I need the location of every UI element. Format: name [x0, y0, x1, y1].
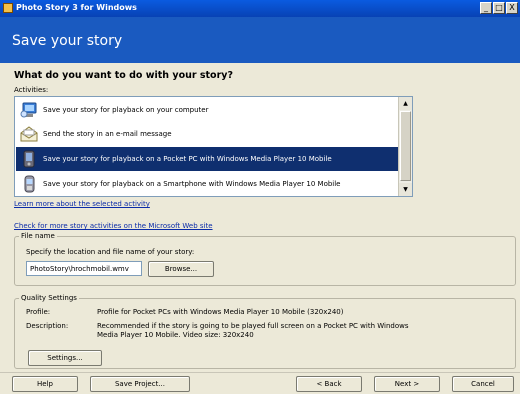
list-item-label: Save your story for playback on a Smartp…: [43, 180, 341, 188]
email-icon: [20, 126, 38, 142]
file-name-legend: File name: [19, 232, 57, 240]
list-item-pocket-pc[interactable]: Save your story for playback on a Pocket…: [16, 147, 398, 171]
list-item-label: Save your story for playback on your com…: [43, 106, 209, 114]
scroll-up-arrow-icon[interactable]: ▲: [399, 97, 412, 110]
settings-button[interactable]: Settings...: [28, 350, 102, 366]
scroll-thumb[interactable]: [400, 111, 411, 181]
back-button[interactable]: < Back: [296, 376, 362, 392]
list-item-label: Send the story in an e-mail message: [43, 130, 172, 138]
activities-label: Activities:: [14, 86, 49, 94]
description-label: Description:: [26, 322, 69, 330]
page-title: Save your story: [12, 33, 123, 49]
wizard-button-bar: [0, 372, 520, 394]
minimize-button[interactable]: _: [480, 2, 492, 14]
smartphone-icon: [24, 175, 35, 193]
quality-settings-legend: Quality Settings: [19, 294, 79, 302]
save-project-button[interactable]: Save Project...: [90, 376, 190, 392]
photo-story-app-icon: [3, 3, 13, 13]
list-item-smartphone[interactable]: Save your story for playback on a Smartp…: [16, 172, 398, 196]
profile-label: Profile:: [26, 308, 51, 316]
check-more-activities-link[interactable]: Check for more story activities on the M…: [14, 222, 213, 230]
list-item-save-computer[interactable]: Save your story for playback on your com…: [16, 98, 398, 122]
next-button[interactable]: Next >: [374, 376, 440, 392]
cancel-button[interactable]: Cancel: [452, 376, 514, 392]
browse-button[interactable]: Browse...: [148, 261, 214, 277]
list-item-label: Save your story for playback on a Pocket…: [43, 155, 332, 163]
title-bar[interactable]: Photo Story 3 for Windows _ □ X: [0, 0, 520, 17]
help-button[interactable]: Help: [12, 376, 78, 392]
page-header: Save your story: [0, 17, 520, 63]
profile-value: Profile for Pocket PCs with Windows Medi…: [97, 308, 344, 316]
scroll-down-arrow-icon[interactable]: ▼: [399, 183, 412, 196]
maximize-button[interactable]: □: [493, 2, 505, 14]
learn-more-link[interactable]: Learn more about the selected activity: [14, 200, 150, 208]
activity-question-heading: What do you want to do with your story?: [14, 70, 233, 81]
file-name-input[interactable]: [26, 261, 142, 276]
computer-icon: [20, 102, 37, 118]
window-title: Photo Story 3 for Windows: [16, 3, 137, 12]
pocket-pc-icon: [23, 150, 35, 168]
file-name-instruction: Specify the location and file name of yo…: [26, 248, 195, 256]
description-value: Recommended if the story is going to be …: [97, 322, 409, 339]
list-item-send-email[interactable]: Send the story in an e-mail message: [16, 122, 398, 146]
activities-scrollbar[interactable]: ▲ ▼: [398, 97, 412, 196]
close-button[interactable]: X: [506, 2, 518, 14]
activities-list[interactable]: Save your story for playback on your com…: [14, 96, 413, 197]
